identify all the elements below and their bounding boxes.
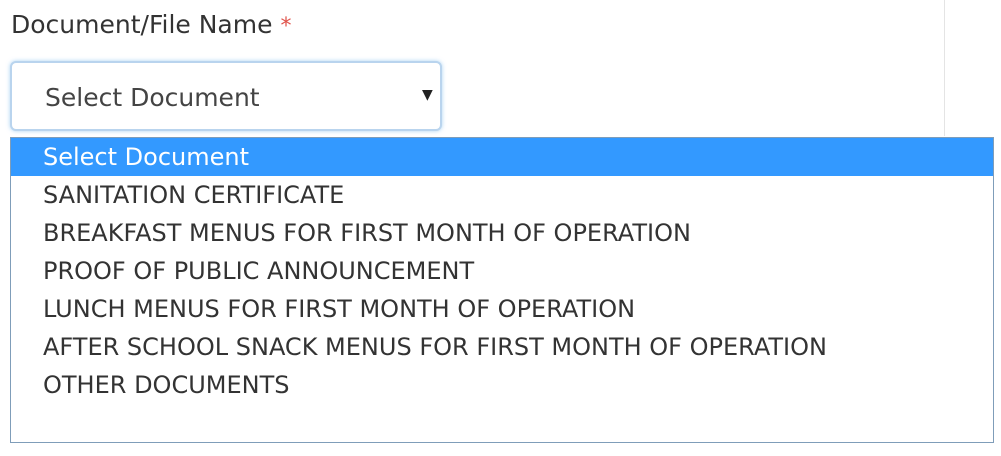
chevron-down-icon: ▼	[422, 87, 433, 103]
option-proof-of-public-announcement[interactable]: PROOF OF PUBLIC ANNOUNCEMENT	[11, 252, 993, 290]
option-breakfast-menus[interactable]: BREAKFAST MENUS FOR FIRST MONTH OF OPERA…	[11, 214, 993, 252]
option-other-documents[interactable]: OTHER DOCUMENTS	[11, 366, 993, 404]
field-label-text: Document/File Name	[11, 10, 273, 39]
option-lunch-menus[interactable]: LUNCH MENUS FOR FIRST MONTH OF OPERATION	[11, 290, 993, 328]
option-after-school-snack-menus[interactable]: AFTER SCHOOL SNACK MENUS FOR FIRST MONTH…	[11, 328, 993, 366]
option-sanitation-certificate[interactable]: SANITATION CERTIFICATE	[11, 176, 993, 214]
document-file-name-label: Document/File Name *	[11, 10, 291, 42]
select-current-value: Select Document	[45, 83, 260, 112]
document-dropdown-list[interactable]: Select Document SANITATION CERTIFICATE B…	[10, 137, 994, 443]
option-select-document[interactable]: Select Document	[11, 138, 993, 176]
required-indicator: *	[280, 14, 292, 39]
panel-divider	[944, 0, 945, 136]
document-select[interactable]: Select Document ▼	[10, 61, 442, 131]
